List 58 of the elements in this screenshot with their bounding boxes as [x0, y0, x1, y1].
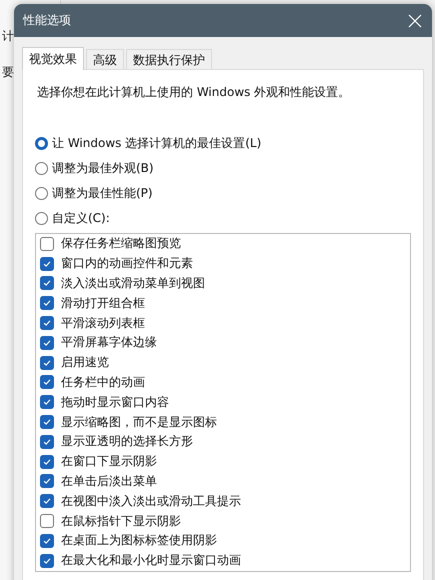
close-icon[interactable] — [408, 14, 422, 28]
checkbox[interactable] — [40, 356, 54, 370]
checkbox[interactable] — [40, 375, 54, 390]
checkbox[interactable] — [40, 276, 54, 290]
window-title: 性能选项 — [23, 12, 71, 29]
check-icon — [42, 278, 52, 288]
checkbox[interactable] — [40, 415, 54, 430]
checkbox[interactable] — [40, 434, 54, 449]
radio-button[interactable] — [35, 212, 48, 224]
check-icon — [42, 298, 52, 308]
checkbox[interactable] — [40, 514, 54, 528]
radio-label[interactable]: 调整为最佳外观(B) — [52, 160, 154, 176]
checkbox-label[interactable]: 在桌面上为图标标签使用阴影 — [61, 532, 217, 550]
checkbox-label[interactable]: 在最大化和最小化时显示窗口动画 — [61, 552, 241, 570]
check-icon — [42, 318, 52, 328]
checkbox[interactable] — [40, 236, 54, 251]
check-icon — [42, 397, 52, 408]
background-text: 要 — [2, 64, 14, 81]
checkbox-label[interactable]: 窗口内的动画控件和元素 — [61, 255, 193, 272]
tab[interactable]: 数据执行保护 — [126, 49, 212, 69]
radio-label[interactable]: 调整为最佳性能(P) — [52, 184, 153, 202]
checkbox[interactable] — [40, 316, 54, 330]
checkbox-label[interactable]: 启用速览 — [61, 354, 109, 372]
checkbox-label[interactable]: 滑动打开组合框 — [61, 294, 145, 312]
description-text: 选择你想在此计算机上使用的 Windows 外观和性能设置。 — [37, 84, 352, 101]
check-icon — [42, 377, 52, 388]
tab[interactable]: 高级 — [86, 49, 124, 69]
checkbox-label[interactable]: 在鼠标指针下显示阴影 — [61, 512, 181, 530]
radio-button[interactable] — [35, 162, 48, 174]
checkbox[interactable] — [40, 296, 54, 310]
checkbox[interactable] — [40, 256, 54, 271]
check-icon — [42, 417, 52, 428]
checkbox-label[interactable]: 在单击后淡出菜单 — [61, 472, 157, 490]
check-icon — [42, 476, 52, 486]
radio-label[interactable]: 让 Windows 选择计算机的最佳设置(L) — [52, 134, 262, 152]
checkbox-label[interactable]: 保存任务栏缩略图预览 — [61, 235, 181, 252]
checkbox-label[interactable]: 任务栏中的动画 — [61, 374, 145, 391]
checkbox-label[interactable]: 在视图中淡入淡出或滑动工具提示 — [61, 492, 241, 510]
checkbox-label[interactable]: 拖动时显示窗口内容 — [61, 394, 169, 411]
radio-button[interactable] — [35, 186, 48, 200]
checkbox[interactable] — [40, 454, 54, 469]
check-icon — [42, 496, 52, 506]
checkbox[interactable] — [40, 336, 54, 350]
checkbox-label[interactable]: 在窗口下显示阴影 — [61, 453, 157, 470]
checkbox[interactable] — [40, 474, 54, 488]
checkbox-label[interactable]: 平滑滚动列表框 — [61, 314, 145, 332]
background-text: 计 — [2, 28, 14, 45]
radio-label[interactable]: 自定义(C): — [52, 210, 110, 226]
checkbox[interactable] — [40, 494, 54, 508]
tab[interactable]: 视觉效果 — [22, 47, 84, 70]
radio-button[interactable] — [35, 136, 48, 150]
checkbox-label[interactable]: 显示亚透明的选择长方形 — [61, 433, 193, 450]
checkbox-label[interactable]: 显示缩略图，而不是显示图标 — [61, 414, 217, 431]
checkbox-label[interactable]: 淡入淡出或滑动菜单到视图 — [61, 274, 205, 292]
checkbox[interactable] — [40, 534, 54, 548]
checkbox-label[interactable]: 平滑屏幕字体边缘 — [61, 334, 157, 352]
checkbox[interactable] — [40, 395, 54, 410]
checkbox[interactable] — [40, 554, 54, 568]
